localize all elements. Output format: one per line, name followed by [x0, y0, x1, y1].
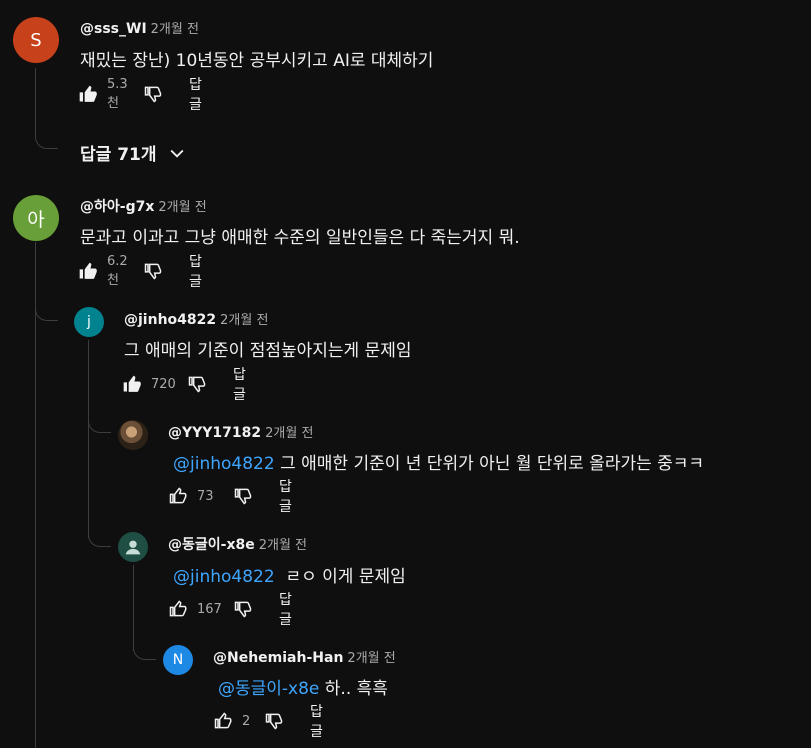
like-count: 720: [151, 376, 176, 392]
thread-curve: [88, 418, 111, 433]
avatar[interactable]: 아: [13, 195, 59, 241]
reply-button[interactable]: 답글: [189, 251, 202, 291]
comment-body: 문과고 이과고 그냥 애매한 수준의 일반인들은 다 죽는거지 뭐.: [80, 228, 520, 248]
dislike-icon[interactable]: [143, 84, 163, 104]
thread-curve: [35, 306, 58, 321]
like-count: 6.2천: [107, 254, 128, 288]
like-icon[interactable]: [168, 486, 188, 506]
avatar[interactable]: [118, 532, 148, 562]
replies-count-label: 답글 71개: [80, 145, 157, 165]
thread-line: [133, 565, 134, 651]
reply-button[interactable]: 답글: [233, 364, 246, 404]
like-icon[interactable]: [78, 261, 98, 281]
avatar-letter: j: [87, 314, 91, 330]
author-name[interactable]: @하아-g7x: [80, 199, 154, 215]
comment-actions: 6.2천 답글: [78, 254, 202, 290]
thread-curve: [88, 532, 111, 547]
comment-header: @sss_WI 2개월 전: [80, 18, 199, 37]
comment-body: 그 애매한 기준이 년 단위가 아닌 월 단위로 올라가는 중ㅋㅋ: [274, 454, 705, 474]
avatar-letter: N: [172, 652, 184, 668]
like-icon[interactable]: [168, 599, 188, 619]
reply-button[interactable]: 답글: [279, 476, 292, 516]
dislike-icon[interactable]: [187, 374, 207, 394]
comment-body: 재밌는 장난) 10년동안 공부시키고 AI로 대체하기: [80, 51, 434, 71]
thread-line: [35, 242, 36, 748]
reply-button[interactable]: 답글: [189, 74, 202, 114]
comment-header: @jinho4822 2개월 전: [124, 309, 268, 328]
comment-actions: 73 답글: [168, 479, 292, 515]
comment-header: @하아-g7x 2개월 전: [80, 196, 207, 216]
like-icon[interactable]: [122, 374, 142, 394]
like-count: 167: [197, 601, 222, 617]
avatar-letter: S: [30, 29, 42, 51]
avatar[interactable]: j: [74, 307, 104, 337]
thread-curve: [133, 645, 156, 660]
comment-text: @동글이-x8e 하.. 흑흑: [218, 674, 388, 699]
like-count: 73: [197, 488, 214, 504]
dislike-icon[interactable]: [264, 711, 284, 731]
comment-actions: 5.3천 답글: [78, 77, 202, 113]
thread-line: [88, 340, 89, 538]
comment-actions: 720 답글: [122, 367, 246, 403]
comment-header: @YYY17182 2개월 전: [168, 422, 313, 441]
avatar-letter: 아: [27, 208, 45, 231]
mention-link[interactable]: @jinho4822: [173, 567, 275, 587]
reply-button[interactable]: 답글: [310, 701, 323, 741]
author-name[interactable]: @YYY17182: [168, 425, 261, 441]
like-icon[interactable]: [78, 84, 98, 104]
mention-link[interactable]: @동글이-x8e: [218, 679, 319, 699]
comment-text: @jinho4822 ㄹㅇ 이게 문제임: [173, 562, 406, 587]
comment-header: @Nehemiah-Han 2개월 전: [213, 647, 396, 666]
timestamp[interactable]: 2개월 전: [265, 426, 313, 441]
author-name[interactable]: @jinho4822: [124, 312, 216, 328]
person-icon: [122, 536, 144, 558]
comment-body: 그 애매의 기준이 점점높아지는게 문제임: [124, 341, 412, 361]
replies-toggle-button[interactable]: 답글 71개: [80, 140, 187, 165]
like-count: 5.3천: [107, 77, 128, 111]
timestamp[interactable]: 2개월 전: [158, 200, 206, 215]
comment-text: 재밌는 장난) 10년동안 공부시키고 AI로 대체하기: [80, 46, 433, 71]
author-name[interactable]: @Nehemiah-Han: [213, 650, 343, 666]
author-name[interactable]: @동글이-x8e: [168, 537, 255, 553]
timestamp[interactable]: 2개월 전: [151, 22, 199, 37]
comment-text: @jinho4822 그 애매한 기준이 년 단위가 아닌 월 단위로 올라가는…: [173, 449, 704, 474]
comment-actions: 167 답글: [168, 592, 292, 628]
dislike-icon[interactable]: [143, 261, 163, 281]
like-icon[interactable]: [213, 711, 233, 731]
comment-text: 그 애매의 기준이 점점높아지는게 문제임: [124, 336, 412, 361]
comment-actions: 2 답글: [213, 704, 323, 740]
timestamp[interactable]: 2개월 전: [220, 313, 268, 328]
thread-curve: [35, 134, 58, 149]
avatar[interactable]: [118, 420, 148, 450]
author-name[interactable]: @sss_WI: [80, 21, 147, 37]
comment-body: ㄹㅇ 이게 문제임: [274, 567, 406, 587]
dislike-icon[interactable]: [233, 486, 253, 506]
avatar[interactable]: S: [13, 17, 59, 63]
dislike-icon[interactable]: [233, 599, 253, 619]
reply-button[interactable]: 답글: [279, 589, 292, 629]
comment-text: 문과고 이과고 그냥 애매한 수준의 일반인들은 다 죽는거지 뭐.: [80, 223, 520, 248]
thread-line: [35, 68, 36, 134]
mention-link[interactable]: @jinho4822: [173, 454, 275, 474]
comment-body: 하.. 흑흑: [319, 679, 388, 699]
timestamp[interactable]: 2개월 전: [259, 538, 307, 553]
like-count: 2: [242, 713, 251, 729]
comment-header: @동글이-x8e 2개월 전: [168, 534, 307, 554]
timestamp[interactable]: 2개월 전: [347, 651, 395, 666]
avatar[interactable]: N: [163, 645, 193, 675]
chevron-down-icon: [167, 143, 187, 163]
